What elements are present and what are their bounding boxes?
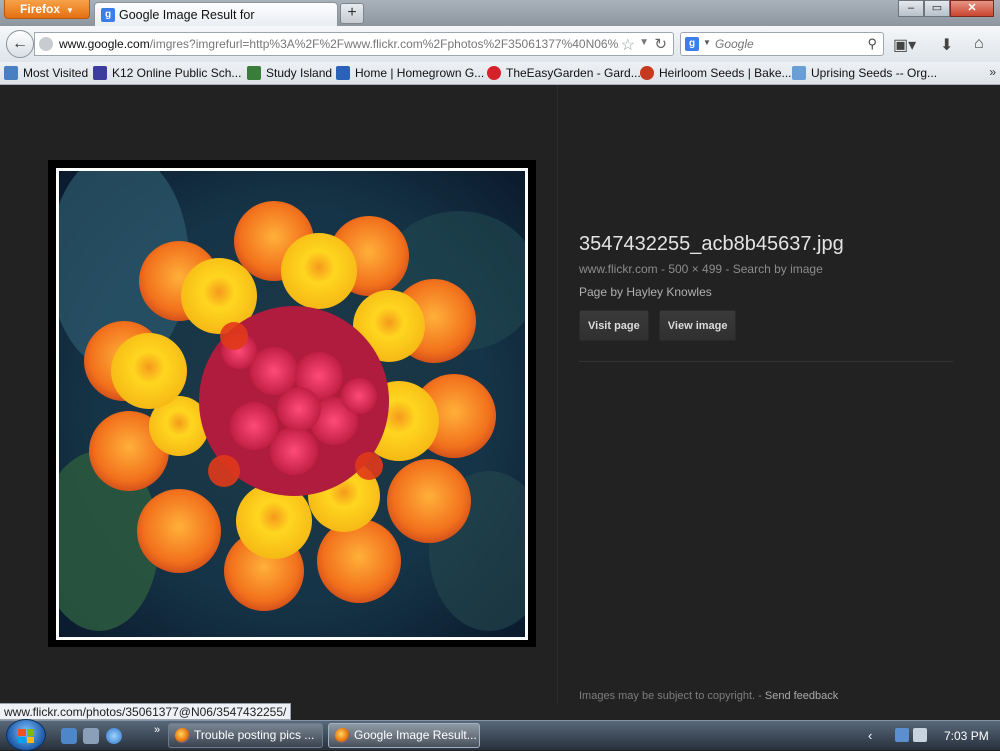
firefox-icon bbox=[335, 728, 350, 744]
bookmark-label: Heirloom Seeds | Bake... bbox=[659, 66, 792, 80]
bookmark-most-visited[interactable]: Most Visited bbox=[4, 65, 88, 81]
tab-title: Google Image Result for bbox=[119, 8, 255, 22]
title-bar: Firefox ▼ g Google Image Result for + – ▭… bbox=[0, 0, 1000, 26]
firefox-menu-label: Firefox bbox=[20, 2, 61, 16]
bookmark-k12[interactable]: K12 Online Public Sch... bbox=[93, 65, 241, 81]
history-dropdown-icon[interactable]: ▼ bbox=[639, 37, 649, 48]
start-button[interactable] bbox=[6, 719, 46, 751]
search-box[interactable]: g ▼ Google ⚲ bbox=[680, 32, 884, 56]
windows-taskbar: » Trouble posting pics ... Google Image … bbox=[0, 719, 1000, 751]
tomato-icon bbox=[640, 66, 654, 80]
bookmark-homegrown[interactable]: Home | Homegrown G... bbox=[336, 65, 484, 81]
copyright-footer: Images may be subject to copyright. - Se… bbox=[579, 690, 838, 702]
bookmark-label: Home | Homegrown G... bbox=[355, 66, 485, 80]
downloads-icon[interactable]: ⬇ bbox=[940, 35, 953, 55]
home-icon[interactable]: ⌂ bbox=[974, 35, 984, 53]
bookmarks-menu-icon[interactable]: ▣▾ bbox=[893, 35, 916, 55]
taskbar-item-google-image-result[interactable]: Google Image Result... bbox=[328, 723, 480, 748]
volume-icon[interactable] bbox=[913, 728, 927, 742]
bookmarks-overflow-icon[interactable]: » bbox=[989, 65, 996, 79]
bookmark-heirloom-seeds[interactable]: Heirloom Seeds | Bake... bbox=[640, 65, 792, 81]
clock[interactable]: 7:03 PM bbox=[944, 729, 989, 743]
action-buttons: Visit page View image bbox=[579, 310, 746, 341]
image-result-page: 3547432255_acb8b45637.jpg www.flickr.com… bbox=[0, 85, 1000, 720]
bookmark-label: Study Island bbox=[266, 66, 333, 80]
pb-icon bbox=[336, 66, 350, 80]
send-feedback-link[interactable]: Send feedback bbox=[765, 690, 838, 702]
bookmark-label: TheEasyGarden - Gard... bbox=[506, 66, 641, 80]
bookmarks-bar: Most Visited K12 Online Public Sch... St… bbox=[0, 62, 1000, 85]
most-visited-icon bbox=[4, 66, 18, 80]
tomato-icon bbox=[487, 66, 501, 80]
image-preview-frame[interactable] bbox=[48, 160, 536, 647]
bookmark-star-icon[interactable]: ☆ bbox=[621, 35, 635, 55]
tab-google-image-result[interactable]: g Google Image Result for bbox=[94, 2, 338, 26]
network-icon[interactable] bbox=[895, 728, 909, 742]
lantana-flower-image[interactable] bbox=[59, 171, 525, 637]
quicklaunch-overflow-icon[interactable]: » bbox=[154, 724, 160, 736]
bookmark-label: Most Visited bbox=[23, 66, 89, 80]
reload-icon[interactable]: ↻ bbox=[654, 35, 667, 53]
new-tab-button[interactable]: + bbox=[340, 3, 364, 24]
url-path: /imgres?imgrefurl=http%3A%2F%2Fwww.flick… bbox=[149, 37, 619, 51]
bookmark-easygarden[interactable]: TheEasyGarden - Gard... bbox=[487, 65, 641, 81]
firefox-icon bbox=[175, 728, 190, 744]
search-icon[interactable]: ⚲ bbox=[867, 36, 877, 52]
system-tray bbox=[895, 728, 935, 744]
url-host: www.google.com bbox=[59, 37, 150, 51]
study-island-icon bbox=[247, 66, 261, 80]
bookmark-label: Uprising Seeds -- Org... bbox=[811, 66, 938, 80]
visit-page-button[interactable]: Visit page bbox=[579, 310, 649, 341]
copyright-notice: Images may be subject to copyright. bbox=[579, 690, 756, 702]
search-placeholder: Google bbox=[715, 37, 754, 51]
navigation-bar: ← www.google.com/imgres?imgrefurl=http%3… bbox=[0, 26, 1000, 63]
back-button[interactable]: ← bbox=[6, 30, 34, 58]
url-text: www.google.com/imgres?imgrefurl=http%3A%… bbox=[59, 37, 619, 51]
image-info-panel: 3547432255_acb8b45637.jpg www.flickr.com… bbox=[579, 233, 844, 299]
window-controls: – ▭ ✕ bbox=[898, 0, 994, 18]
engine-dropdown-icon[interactable]: ▼ bbox=[703, 38, 711, 47]
restore-button[interactable]: ▭ bbox=[924, 0, 950, 17]
windows-logo-icon bbox=[18, 729, 34, 743]
bookmark-study-island[interactable]: Study Island bbox=[247, 65, 332, 81]
bookmark-label: K12 Online Public Sch... bbox=[112, 66, 242, 80]
panel-divider bbox=[557, 85, 558, 705]
internet-explorer-icon[interactable] bbox=[106, 728, 122, 744]
page-author: Page by Hayley Knowles bbox=[579, 285, 712, 299]
minimize-button[interactable]: – bbox=[898, 0, 924, 17]
view-image-button[interactable]: View image bbox=[658, 310, 737, 341]
windows-explorer-icon[interactable] bbox=[83, 728, 99, 744]
bookmark-uprising-seeds[interactable]: Uprising Seeds -- Org... bbox=[792, 65, 937, 81]
google-favicon-icon: g bbox=[101, 8, 115, 22]
taskbar-item-trouble-posting[interactable]: Trouble posting pics ... bbox=[168, 723, 323, 748]
google-search-engine-icon[interactable]: g bbox=[685, 37, 699, 51]
k12-icon bbox=[93, 66, 107, 80]
uprising-icon bbox=[792, 66, 806, 80]
tray-expand-icon[interactable]: ‹ bbox=[868, 728, 872, 743]
url-bar[interactable]: www.google.com/imgres?imgrefurl=http%3A%… bbox=[34, 32, 674, 56]
globe-icon bbox=[39, 37, 53, 51]
image-title[interactable]: 3547432255_acb8b45637.jpg bbox=[579, 233, 844, 256]
status-link-preview: www.flickr.com/photos/35061377@N06/35474… bbox=[0, 703, 292, 720]
close-button[interactable]: ✕ bbox=[950, 0, 994, 17]
info-divider bbox=[579, 361, 953, 362]
footer-separator: - bbox=[755, 690, 765, 702]
show-desktop-icon[interactable] bbox=[61, 728, 77, 744]
task-label: Google Image Result... bbox=[354, 728, 477, 742]
firefox-menu-button[interactable]: Firefox ▼ bbox=[4, 0, 90, 19]
caret-down-icon: ▼ bbox=[66, 6, 74, 15]
image-meta: www.flickr.com - 500 × 499 - Search by i… bbox=[579, 262, 823, 276]
task-label: Trouble posting pics ... bbox=[194, 728, 315, 742]
